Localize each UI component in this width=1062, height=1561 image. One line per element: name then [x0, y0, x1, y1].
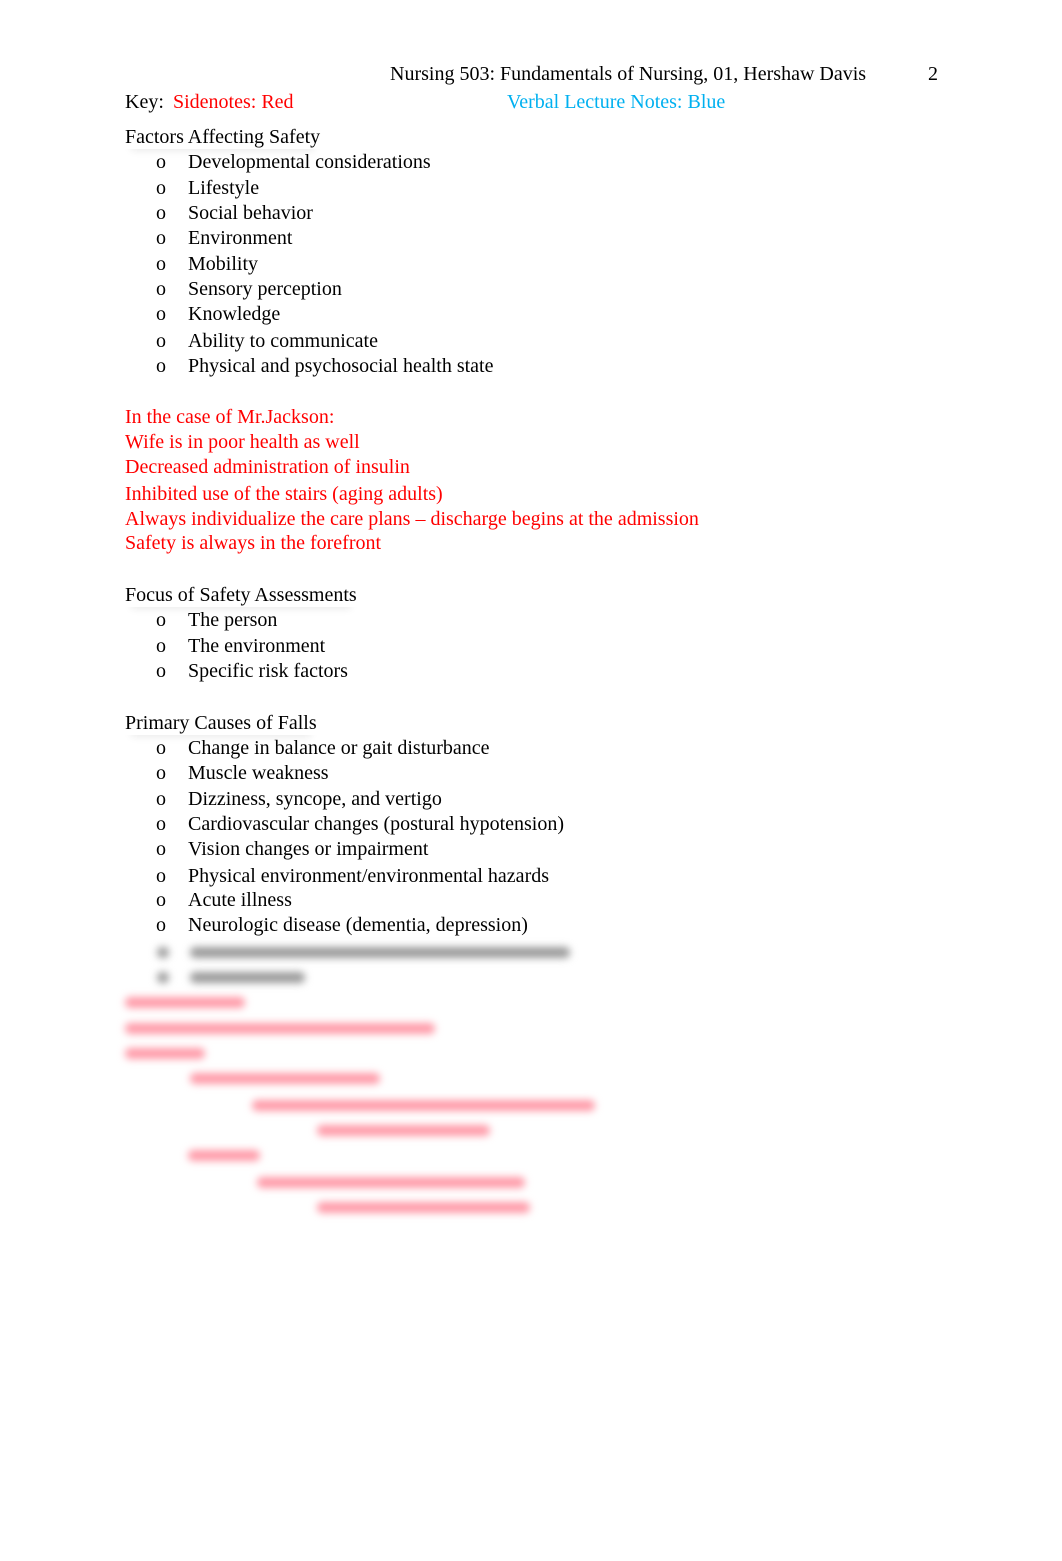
bullet-marker: o — [156, 762, 166, 784]
list-item: Sensory perception — [188, 278, 342, 300]
bullet-marker: o — [156, 151, 166, 173]
list-item: Vision changes or impairment — [188, 838, 429, 860]
bullet-marker: o — [156, 253, 166, 275]
bullet-marker: o — [156, 303, 166, 325]
blurred-line — [190, 972, 305, 983]
running-header-title: Nursing 503: Fundamentals of Nursing, 01… — [390, 63, 867, 85]
sidenote-line: Decreased administration of insulin — [125, 456, 410, 478]
list-item: Change in balance or gait disturbance — [188, 737, 490, 759]
bullet-marker: o — [156, 788, 166, 810]
list-item: Lifestyle — [188, 177, 260, 199]
section-heading: Primary Causes of Falls — [125, 712, 317, 734]
blurred-bullet — [157, 947, 169, 958]
bullet-marker: o — [156, 737, 166, 759]
section-heading: Factors Affecting Safety — [125, 126, 321, 148]
list-item: Environment — [188, 227, 293, 249]
blurred-sidenote — [257, 1177, 525, 1188]
bullet-marker: o — [156, 813, 166, 835]
bullet-marker: o — [156, 202, 166, 224]
list-item: Knowledge — [188, 303, 281, 325]
list-item: Cardiovascular changes (postural hypoten… — [188, 813, 565, 835]
section-heading: Focus of Safety Assessments — [125, 584, 357, 606]
sidenote-line: Always individualize the care plans – di… — [125, 508, 699, 530]
bullet-marker: o — [156, 635, 166, 657]
list-item: Mobility — [188, 253, 259, 275]
list-item: Developmental considerations — [188, 151, 431, 173]
list-item: Acute illness — [188, 889, 292, 911]
key-sidenotes: Sidenotes: Red — [173, 91, 294, 113]
bullet-marker: o — [156, 865, 166, 887]
key-label: Key: — [125, 91, 164, 113]
list-item: The environment — [188, 635, 326, 657]
blurred-sidenote — [125, 1023, 435, 1034]
sidenote-line: Wife is in poor health as well — [125, 431, 360, 453]
bullet-marker: o — [156, 914, 166, 936]
list-item: Ability to communicate — [188, 330, 378, 352]
blurred-sidenote — [317, 1202, 530, 1213]
key-verbal: Verbal Lecture Notes: Blue — [507, 91, 726, 113]
bullet-marker: o — [156, 660, 166, 682]
blurred-sidenote — [252, 1100, 595, 1111]
list-item: The person — [188, 609, 278, 631]
blurred-line — [190, 947, 570, 958]
list-item: Social behavior — [188, 202, 313, 224]
blurred-sidenote — [125, 997, 245, 1008]
list-item: Neurologic disease (dementia, depression… — [188, 914, 528, 936]
list-item: Physical and psychosocial health state — [188, 355, 494, 377]
sidenote-line: Safety is always in the forefront — [125, 532, 382, 554]
bullet-marker: o — [156, 355, 166, 377]
sidenote-line: In the case of Mr.Jackson: — [125, 406, 335, 428]
blurred-sidenote — [317, 1125, 490, 1136]
page-number: 2 — [928, 63, 938, 85]
bullet-marker: o — [156, 278, 166, 300]
list-item: Muscle weakness — [188, 762, 329, 784]
list-item: Physical environment/environmental hazar… — [188, 865, 550, 887]
bullet-marker: o — [156, 177, 166, 199]
list-item: Dizziness, syncope, and vertigo — [188, 788, 442, 810]
list-item: Specific risk factors — [188, 660, 348, 682]
bullet-marker: o — [156, 838, 166, 860]
bullet-marker: o — [156, 889, 166, 911]
blurred-sidenote — [190, 1073, 380, 1084]
sidenote-line: Inhibited use of the stairs (aging adult… — [125, 483, 443, 505]
blurred-sidenote — [188, 1150, 260, 1161]
bullet-marker: o — [156, 609, 166, 631]
bullet-marker: o — [156, 227, 166, 249]
blurred-sidenote — [125, 1048, 205, 1059]
blurred-bullet — [157, 972, 169, 983]
bullet-marker: o — [156, 330, 166, 352]
